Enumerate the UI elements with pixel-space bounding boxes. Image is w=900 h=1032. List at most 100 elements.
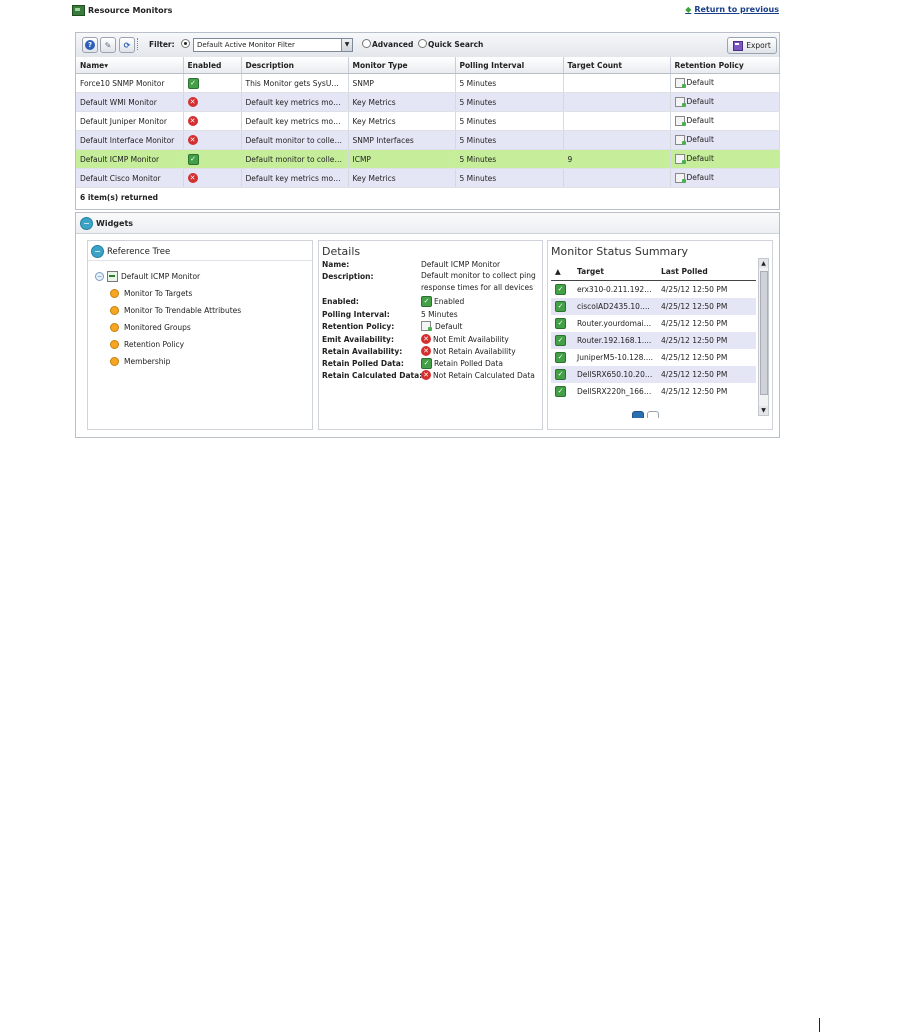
target-cell: Router.192.168.1.... [573, 332, 657, 349]
target-cell: DellSRX650.10.20.1.... [573, 366, 657, 383]
page-edge-mark [819, 1018, 820, 1032]
export-button[interactable]: Export [727, 37, 777, 54]
cell-target-count [563, 130, 671, 150]
column-header-polling-interval[interactable]: Polling Interval [455, 57, 564, 74]
chevron-down-icon[interactable]: ▼ [341, 39, 352, 51]
advanced-radio[interactable] [362, 39, 371, 48]
tree-item-retention-policy[interactable]: Retention Policy [110, 340, 184, 349]
tree-root-node[interactable]: − Default ICMP Monitor [95, 271, 200, 282]
status-row[interactable]: ✓ DellSRX220h_166.1.... 4/25/12 12:50 PM [551, 383, 756, 400]
monitor-table-body: Force10 SNMP Monitor ✓ This Monitor gets S… [76, 73, 780, 188]
pager [632, 411, 659, 418]
cell-monitor-type: SNMP [348, 73, 456, 93]
status-row[interactable]: ✓ Router.yourdomain.... 4/25/12 12:50 PM [551, 315, 756, 332]
tree-root-label: Default ICMP Monitor [121, 272, 201, 281]
column-header-target[interactable]: Target [573, 262, 657, 281]
status-row[interactable]: ✓ ciscoIAD2435.10.1.... 4/25/12 12:50 PM [551, 298, 756, 315]
tree-item-monitored-groups[interactable]: Monitored Groups [110, 323, 191, 332]
collapse-icon[interactable]: − [80, 217, 93, 230]
cell-target-count [563, 111, 671, 131]
return-link-label: Return to previous [694, 5, 779, 14]
filter-select[interactable]: Default Active Monitor Filter ▼ [193, 38, 353, 52]
collapse-icon[interactable]: − [91, 245, 104, 258]
tree-item-membership[interactable]: Membership [110, 357, 170, 366]
table-row[interactable]: Default Juniper Monitor ✕ Default key metr… [76, 111, 780, 131]
scroll-down-icon[interactable]: ▼ [759, 406, 768, 415]
table-row[interactable]: Default Cisco Monitor ✕ Default key metric… [76, 168, 780, 188]
column-header-description[interactable]: Description [241, 57, 349, 74]
retention-label: Default [686, 135, 714, 144]
cell-name: Default ICMP Monitor [76, 149, 184, 169]
advanced-label[interactable]: Advanced [372, 40, 413, 49]
retention-icon [674, 173, 686, 183]
scrollbar-thumb[interactable] [760, 271, 768, 395]
retention-icon [674, 97, 686, 107]
check-icon: ✓ [555, 318, 566, 329]
detail-emit-text: Not Emit Availability [433, 334, 509, 344]
monitor-table: Name▾ Enabled Description Monitor Type P… [76, 57, 780, 188]
column-header-name[interactable]: Name▾ [76, 57, 184, 74]
filter-radio[interactable] [181, 39, 190, 48]
tree-item-label: Monitor To Targets [124, 289, 193, 298]
status-row[interactable]: ✓ JuniperM5-10.128.... 4/25/12 12:50 PM [551, 349, 756, 366]
detail-retain-polled-value: ✓ Retain Polled Data [421, 358, 503, 369]
settings-button[interactable]: ✎ [100, 37, 116, 53]
cell-description: Default key metrics monit... [241, 168, 349, 188]
widgets-panel: − Widgets − Reference Tree − Default ICM… [75, 212, 780, 438]
status-cell: ✓ [551, 315, 573, 332]
cell-name: Default Cisco Monitor [76, 168, 184, 188]
retention-label: Default [686, 97, 714, 106]
table-row[interactable]: Default Interface Monitor ✕ Default monito… [76, 130, 780, 150]
detail-retain-calculated-label: Retain Calculated Data: [322, 371, 423, 380]
cell-name: Default WMI Monitor [76, 92, 184, 112]
status-row[interactable]: ✓ Router.192.168.1.... 4/25/12 12:50 PM [551, 332, 756, 349]
tree-item-label: Membership [124, 357, 171, 366]
status-cell: ✓ [551, 349, 573, 366]
cell-polling-interval: 5 Minutes [455, 92, 564, 112]
cell-name: Force10 SNMP Monitor [76, 73, 184, 93]
column-header-monitor-type[interactable]: Monitor Type [348, 57, 456, 74]
pager-page-1[interactable] [632, 411, 644, 418]
pager-page-2[interactable] [647, 411, 659, 418]
status-row[interactable]: ✓ erx310-0.211.192.... 4/25/12 12:50 PM [551, 281, 756, 299]
column-header-last-polled[interactable]: Last Polled [657, 262, 756, 281]
status-header-row: ▲ Target Last Polled [551, 262, 756, 281]
relationship-icon [110, 306, 119, 315]
detail-name-value: Default ICMP Monitor [421, 260, 501, 269]
quick-search-label[interactable]: Quick Search [428, 40, 483, 49]
cell-polling-interval: 5 Minutes [455, 130, 564, 150]
status-scrollbar[interactable]: ▲ ▼ [758, 258, 769, 416]
column-header-target-count[interactable]: Target Count [563, 57, 671, 74]
scroll-up-icon[interactable]: ▲ [759, 259, 768, 268]
cell-enabled: ✕ [183, 92, 242, 112]
return-to-previous-link[interactable]: ◆ Return to previous [685, 5, 779, 14]
tree-expand-icon[interactable]: − [95, 272, 104, 281]
column-header-enabled[interactable]: Enabled [183, 57, 242, 74]
table-row[interactable]: Default WMI Monitor ✕ Default key metrics … [76, 92, 780, 112]
detail-polling-value: 5 Minutes [421, 310, 458, 319]
x-icon: ✕ [421, 370, 431, 380]
cell-target-count [563, 168, 671, 188]
cell-polling-interval: 5 Minutes [455, 73, 564, 93]
reference-tree-header: − Reference Tree [88, 241, 312, 261]
status-cell: ✓ [551, 332, 573, 349]
widgets-header[interactable]: − Widgets [76, 213, 779, 234]
rows-returned-count: 6 item(s) returned [80, 193, 159, 202]
table-row[interactable]: Default ICMP Monitor ✓ Default monitor to … [76, 149, 780, 169]
tree-item-monitor-to-targets[interactable]: Monitor To Targets [110, 289, 192, 298]
sort-ascending-icon[interactable]: ▲ [551, 262, 573, 281]
tree-item-monitor-to-trendable-attributes[interactable]: Monitor To Trendable Attributes [110, 306, 241, 315]
cell-monitor-type: Key Metrics [348, 168, 456, 188]
wrench-icon: ✎ [104, 40, 112, 50]
refresh-button[interactable]: ⟳ [119, 37, 135, 53]
cell-retention-policy: Default [670, 149, 780, 169]
status-row[interactable]: ✓ DellSRX650.10.20.1.... 4/25/12 12:50 PM [551, 366, 756, 383]
table-row[interactable]: Force10 SNMP Monitor ✓ This Monitor gets S… [76, 73, 780, 93]
x-icon: ✕ [187, 173, 198, 183]
quick-search-radio[interactable] [418, 39, 427, 48]
arrow-left-icon: ◆ [685, 5, 692, 14]
x-icon: ✕ [187, 135, 198, 145]
column-header-retention-policy[interactable]: Retention Policy [670, 57, 780, 74]
export-label: Export [746, 41, 771, 50]
help-button[interactable]: ? [82, 37, 98, 53]
